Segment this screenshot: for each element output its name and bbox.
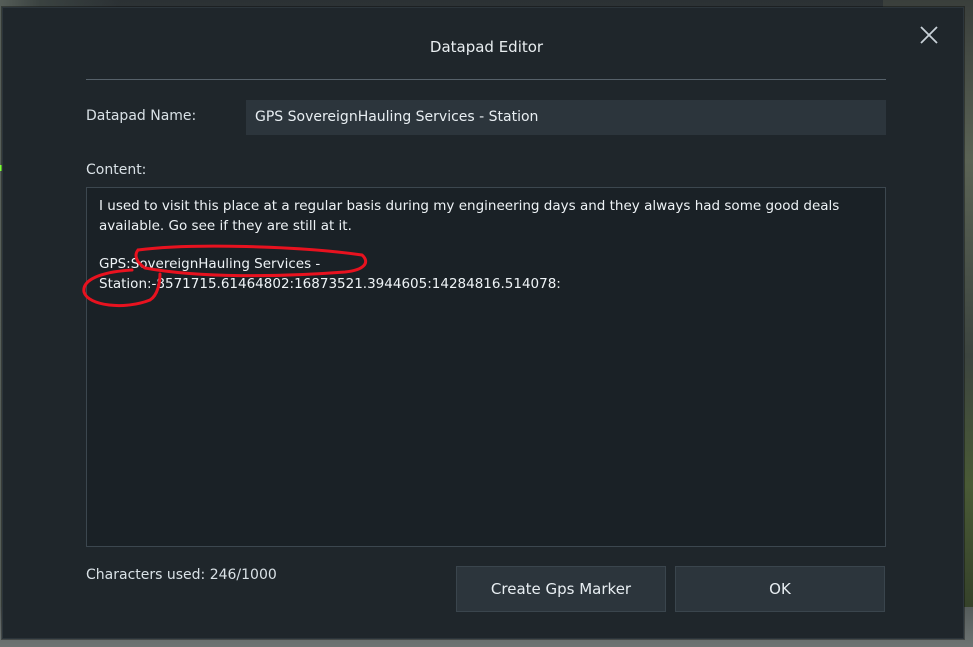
content-gps-line: GPS:SovereignHauling Services - Station:… bbox=[99, 256, 561, 292]
datapad-name-label: Datapad Name: bbox=[86, 108, 197, 124]
create-gps-marker-button[interactable]: Create Gps Marker bbox=[456, 566, 666, 612]
content-textarea[interactable]: I used to visit this place at a regular … bbox=[86, 187, 886, 547]
close-icon[interactable] bbox=[918, 24, 940, 46]
characters-used-counter: Characters used: 246/1000 bbox=[86, 567, 277, 583]
content-paragraph: I used to visit this place at a regular … bbox=[99, 198, 844, 234]
title-divider bbox=[86, 79, 886, 80]
ok-button[interactable]: OK bbox=[675, 566, 885, 612]
content-label: Content: bbox=[86, 162, 147, 178]
datapad-name-field[interactable] bbox=[246, 100, 886, 135]
dialog-title: Datapad Editor bbox=[429, 38, 544, 56]
